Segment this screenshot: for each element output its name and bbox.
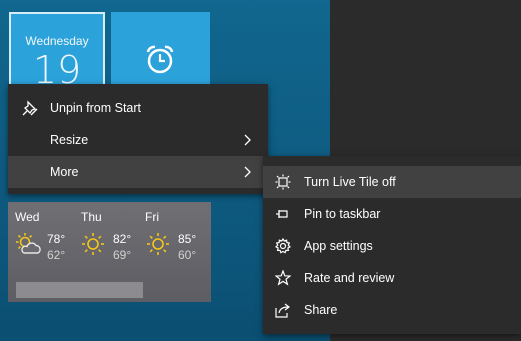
star-icon — [275, 270, 291, 286]
chevron-right-icon — [244, 134, 251, 146]
sun-icon — [82, 233, 104, 255]
partly-cloudy-icon — [16, 233, 41, 254]
weather-location-bar — [16, 282, 143, 298]
submenu-item-turn-live-tile-off[interactable]: Turn Live Tile off — [263, 166, 521, 198]
alarm-clock-icon — [146, 45, 174, 74]
live-tile-icon — [275, 174, 291, 190]
menu-item-resize[interactable]: Resize — [8, 124, 268, 156]
menu-item-more[interactable]: More — [8, 156, 268, 188]
weather-tile[interactable]: Wed Thu Fri 78° 62° 82° 69° 85° 60° — [8, 202, 211, 302]
calendar-weekday: Wednesday — [25, 34, 89, 48]
weather-day: Fri — [145, 210, 159, 224]
submenu-item-label: Share — [304, 303, 338, 317]
weather-high-temp: 78° — [47, 232, 66, 246]
submenu-item-rate-and-review[interactable]: Rate and review — [263, 262, 521, 294]
weather-day: Wed — [15, 210, 40, 224]
submenu-item-label: Rate and review — [304, 271, 395, 285]
sun-icon — [147, 233, 169, 255]
pin-icon — [276, 210, 288, 218]
unpin-icon — [22, 100, 38, 116]
tile-context-menu: Unpin from Start Resize More — [8, 84, 268, 194]
weather-high-temp: 85° — [178, 232, 197, 246]
share-icon — [275, 303, 290, 318]
gear-icon — [275, 238, 291, 254]
weather-day: Thu — [81, 210, 102, 224]
weather-low-temp: 62° — [47, 248, 66, 262]
more-submenu: Turn Live Tile off Pin to taskbar App se… — [263, 156, 521, 334]
submenu-item-app-settings[interactable]: App settings — [263, 230, 521, 262]
menu-item-label: Unpin from Start — [50, 101, 142, 115]
submenu-item-share[interactable]: Share — [263, 294, 521, 326]
chevron-right-icon — [244, 166, 251, 178]
menu-item-label: Resize — [50, 133, 89, 147]
submenu-item-label: Turn Live Tile off — [304, 175, 396, 189]
menu-item-label: More — [50, 165, 79, 179]
weather-high-temp: 82° — [113, 232, 132, 246]
submenu-item-label: App settings — [304, 239, 373, 253]
submenu-item-label: Pin to taskbar — [304, 207, 381, 221]
weather-low-temp: 69° — [113, 248, 132, 262]
submenu-item-pin-to-taskbar[interactable]: Pin to taskbar — [263, 198, 521, 230]
weather-low-temp: 60° — [178, 248, 197, 262]
menu-item-unpin[interactable]: Unpin from Start — [8, 92, 268, 124]
